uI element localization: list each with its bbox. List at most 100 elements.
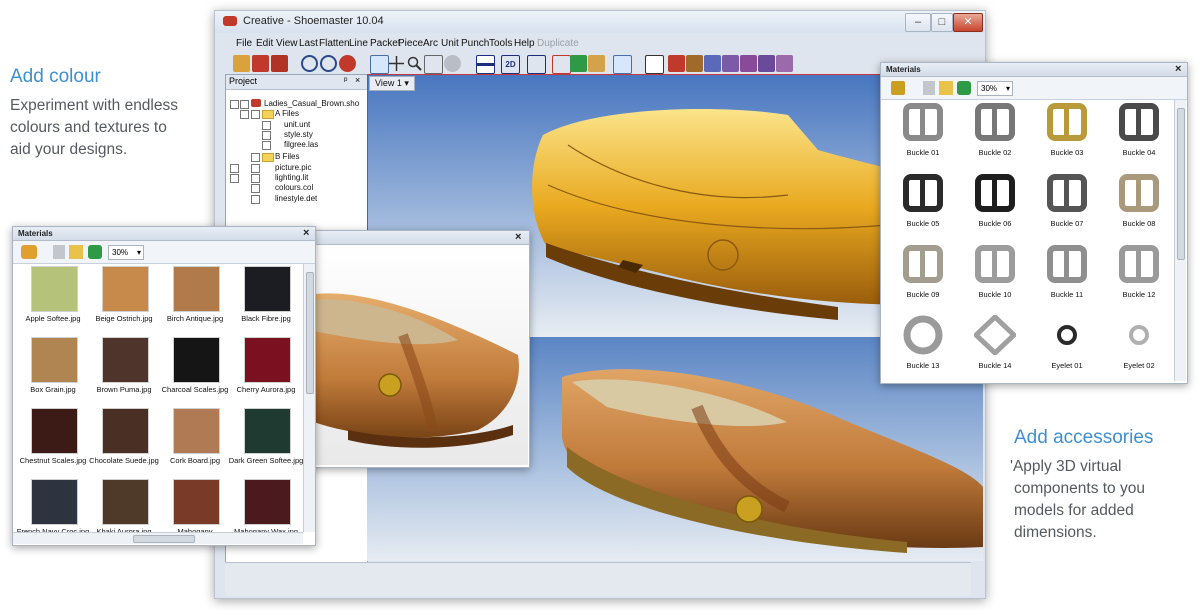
- menu-last[interactable]: Last: [299, 38, 318, 49]
- checkbox[interactable]: [251, 164, 260, 173]
- texture-swatch[interactable]: [244, 337, 291, 383]
- materials-close-icon[interactable]: ×: [1175, 63, 1181, 75]
- accessory-thumbnail[interactable]: [1118, 173, 1160, 213]
- accessory-thumbnail[interactable]: [974, 173, 1016, 213]
- tree-item[interactable]: unit.unt: [284, 120, 310, 129]
- texture-swatch[interactable]: [244, 266, 291, 312]
- scroll-thumb[interactable]: [306, 272, 314, 394]
- tool-1-icon[interactable]: [668, 55, 685, 72]
- accessory-thumbnail[interactable]: [1046, 173, 1088, 213]
- menu-view[interactable]: View: [276, 38, 298, 49]
- fit-view-icon[interactable]: [527, 55, 546, 74]
- shape-icon[interactable]: [552, 55, 571, 74]
- select-pointer-icon[interactable]: [370, 55, 389, 74]
- menu-edit[interactable]: Edit: [256, 38, 273, 49]
- texture-swatch[interactable]: [173, 337, 220, 383]
- tool-7-icon[interactable]: [776, 55, 793, 72]
- materials-close-icon[interactable]: ×: [303, 227, 309, 239]
- tool-2-icon[interactable]: [686, 55, 703, 72]
- edit-icon[interactable]: [69, 245, 83, 259]
- minimize-button[interactable]: –: [905, 13, 931, 32]
- new-page-icon[interactable]: [645, 55, 664, 74]
- render-icon[interactable]: [444, 55, 461, 72]
- texture-swatch[interactable]: [244, 479, 291, 525]
- menu-tools[interactable]: Tools: [489, 38, 512, 49]
- preview-close-icon[interactable]: ×: [515, 231, 521, 243]
- tool-4-icon[interactable]: [722, 55, 739, 72]
- project-close-icon[interactable]: ×: [355, 75, 360, 85]
- texture-swatch[interactable]: [31, 266, 78, 312]
- accessory-thumbnail[interactable]: [902, 244, 944, 284]
- texture-swatch[interactable]: [102, 266, 149, 312]
- checkbox[interactable]: [262, 131, 271, 140]
- texture-swatch[interactable]: [173, 408, 220, 454]
- refresh-icon[interactable]: [957, 81, 971, 95]
- menu-arc[interactable]: Arc: [423, 38, 438, 49]
- tool-5-icon[interactable]: [740, 55, 757, 72]
- tree-item[interactable]: filgree.las: [284, 140, 318, 149]
- zoom-select[interactable]: 30% ▾: [977, 81, 1013, 96]
- menu-line[interactable]: Line: [349, 38, 368, 49]
- accessory-thumbnail[interactable]: [902, 102, 944, 142]
- accessory-thumbnail[interactable]: [1118, 244, 1160, 284]
- rotate-icon[interactable]: [424, 55, 443, 74]
- texture-swatch[interactable]: [31, 337, 78, 383]
- shoe-open-icon[interactable]: [252, 55, 269, 72]
- texture-swatch[interactable]: [173, 266, 220, 312]
- redo-icon[interactable]: [320, 55, 337, 72]
- textures-hscrollbar[interactable]: [13, 532, 303, 544]
- stop-icon[interactable]: [339, 55, 356, 72]
- tool-3-icon[interactable]: [704, 55, 721, 72]
- accessory-thumbnail[interactable]: [1118, 315, 1160, 355]
- undo-icon[interactable]: [301, 55, 318, 72]
- preview-canvas[interactable]: [308, 245, 528, 465]
- texture-swatch[interactable]: [31, 479, 78, 525]
- buckle-library-icon[interactable]: [891, 81, 905, 95]
- accessory-thumbnail[interactable]: [1046, 315, 1088, 355]
- tool-6-icon[interactable]: [758, 55, 775, 72]
- expand-icon[interactable]: [230, 174, 239, 183]
- refresh-icon[interactable]: [88, 245, 102, 259]
- tree-item[interactable]: lighting.lit: [275, 173, 308, 182]
- texture-swatch[interactable]: [102, 337, 149, 383]
- expand-icon[interactable]: [240, 110, 249, 119]
- checkbox[interactable]: [251, 110, 260, 119]
- shoe-save-icon[interactable]: [271, 55, 288, 72]
- tree-a-files[interactable]: A Files: [275, 109, 299, 118]
- checkbox[interactable]: [262, 121, 271, 130]
- expand-icon[interactable]: [230, 164, 239, 173]
- hscroll-thumb[interactable]: [133, 535, 195, 543]
- edit-icon[interactable]: [939, 81, 953, 95]
- 2d-view-icon[interactable]: 2D: [501, 55, 520, 74]
- shoe-icon[interactable]: [588, 55, 605, 72]
- texture-swatch[interactable]: [173, 479, 220, 525]
- accessories-scrollbar[interactable]: [1174, 100, 1186, 381]
- checkbox[interactable]: [240, 100, 249, 109]
- split-view-icon[interactable]: [476, 55, 495, 74]
- accessory-thumbnail[interactable]: [974, 102, 1016, 142]
- tree-item[interactable]: picture.pic: [275, 163, 311, 172]
- open-folder-icon[interactable]: [21, 245, 37, 259]
- texture-swatch[interactable]: [244, 408, 291, 454]
- accessory-thumbnail[interactable]: [902, 173, 944, 213]
- material-icon[interactable]: [570, 55, 587, 72]
- menu-duplicate[interactable]: Duplicate: [537, 38, 579, 49]
- zoom-select[interactable]: 30% ▾: [108, 245, 144, 260]
- close-button[interactable]: ✕: [953, 13, 983, 32]
- open-icon[interactable]: [233, 55, 250, 72]
- checkbox[interactable]: [251, 195, 260, 204]
- menu-flatten[interactable]: Flatten: [319, 38, 350, 49]
- menu-file[interactable]: File: [236, 38, 252, 49]
- lightbulb-icon[interactable]: [613, 55, 632, 74]
- menu-help[interactable]: Help: [514, 38, 535, 49]
- accessory-thumbnail[interactable]: [1046, 244, 1088, 284]
- expand-icon[interactable]: [230, 100, 239, 109]
- texture-swatch[interactable]: [31, 408, 78, 454]
- up-icon[interactable]: [923, 81, 935, 95]
- up-icon[interactable]: [53, 245, 65, 259]
- accessory-thumbnail[interactable]: [974, 244, 1016, 284]
- move-icon[interactable]: [388, 55, 405, 72]
- menu-punch[interactable]: Punch: [461, 38, 489, 49]
- checkbox[interactable]: [251, 174, 260, 183]
- scroll-thumb[interactable]: [1177, 108, 1185, 260]
